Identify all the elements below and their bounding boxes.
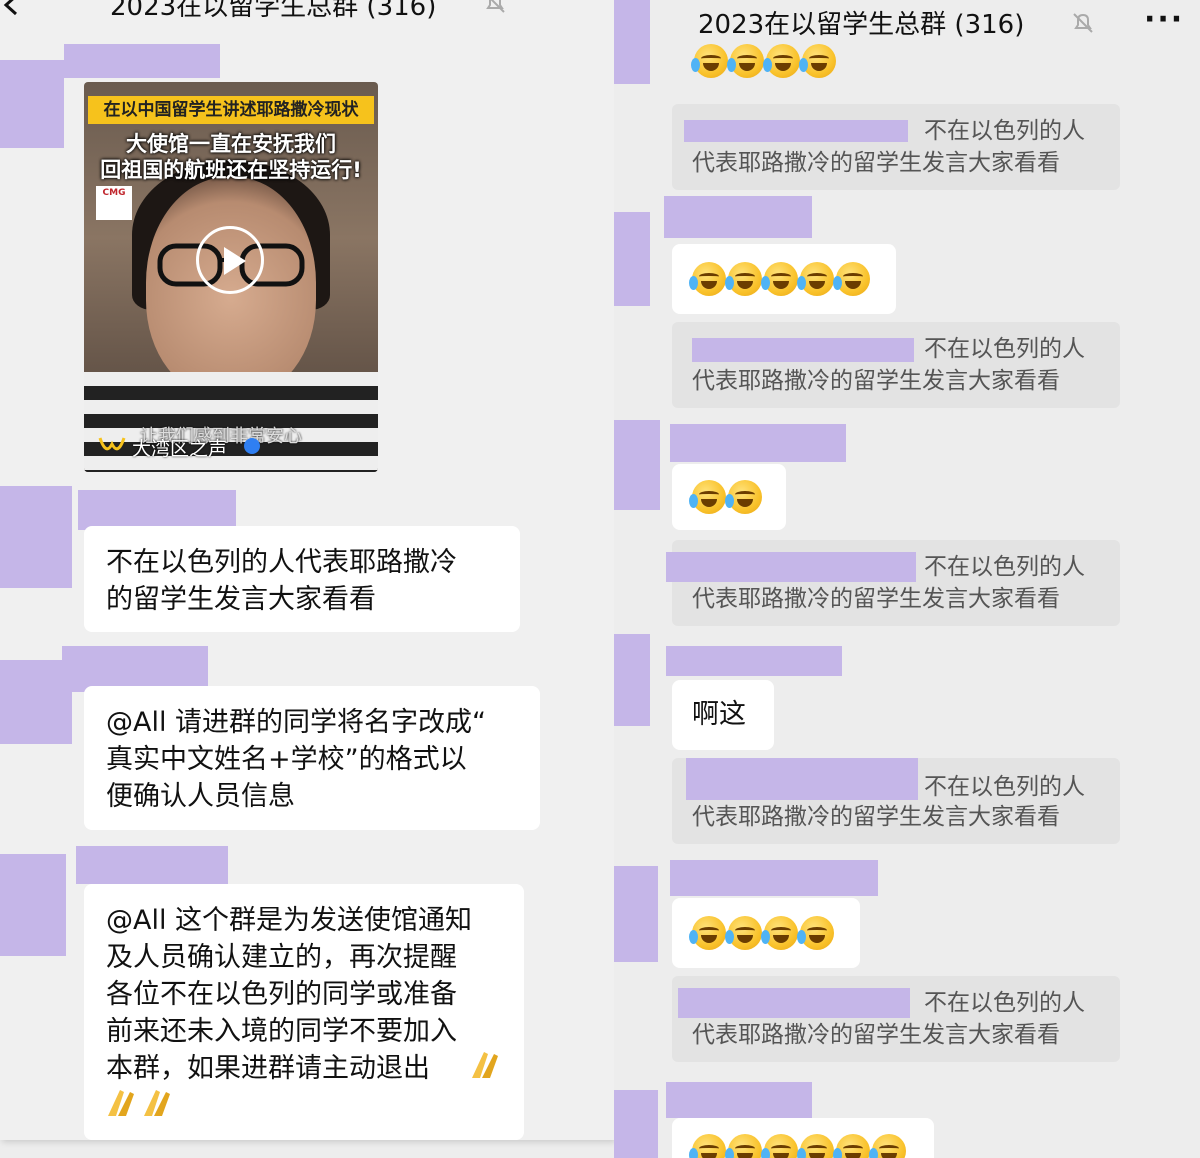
crying-laughing-emoji-icon bbox=[799, 44, 836, 78]
quote-line2: 代表耶路撒冷的留学生发言大家看看 bbox=[692, 368, 1060, 394]
message-bubble[interactable]: 啊这 bbox=[672, 680, 774, 750]
quote-line2: 代表耶路撒冷的留学生发言大家看看 bbox=[692, 586, 1060, 612]
video-banner: 在以中国留学生讲述耶路撒冷现状 bbox=[88, 96, 374, 124]
message-bubble[interactable]: @All 请进群的同学将名字改成“ 真实中文姓名+学校”的格式以 便确认人员信息 bbox=[84, 686, 540, 830]
redacted-quote-sender bbox=[692, 338, 914, 362]
message-text: @All 请进群的同学将名字改成“ 真实中文姓名+学校”的格式以 便确认人员信息 bbox=[106, 707, 487, 812]
crying-laughing-emoji-icon bbox=[689, 480, 726, 514]
emoji-row bbox=[689, 480, 762, 514]
message-bubble[interactable]: @All 这个群是为发送使馆通知 及人员确认建立的，再次提醒 各位不在以色列的同… bbox=[84, 884, 524, 1140]
message-bubble[interactable]: 不在以色列的人代表耶路撒冷 的留学生发言大家看看 bbox=[84, 526, 520, 632]
message-bubble[interactable] bbox=[672, 1118, 934, 1158]
redacted-sender-name bbox=[664, 196, 812, 238]
crying-laughing-emoji-icon bbox=[869, 1134, 906, 1158]
crying-laughing-emoji-icon bbox=[725, 262, 762, 296]
redacted-avatar bbox=[614, 0, 650, 84]
message-bubble[interactable] bbox=[672, 898, 860, 968]
redacted-quote-sender bbox=[666, 552, 916, 582]
folded-hands-emoji-icon bbox=[472, 1052, 498, 1078]
redacted-quote-sender bbox=[684, 120, 908, 142]
mute-bell-icon bbox=[486, 0, 505, 13]
crying-laughing-emoji-icon bbox=[689, 262, 726, 296]
crying-laughing-emoji-icon bbox=[833, 262, 870, 296]
crying-laughing-emoji-icon bbox=[727, 44, 764, 78]
verified-badge-icon bbox=[244, 438, 260, 454]
crying-laughing-emoji-icon bbox=[761, 1134, 798, 1158]
right-chat-title: 2023在以留学生总群 (316) bbox=[698, 10, 1025, 40]
message-bubble[interactable] bbox=[672, 464, 786, 530]
mute-bell-icon bbox=[1073, 13, 1093, 33]
redacted-quote-sender bbox=[678, 988, 910, 1018]
redacted-avatar bbox=[0, 486, 72, 588]
redacted-avatar bbox=[614, 866, 658, 962]
crying-laughing-emoji-icon bbox=[691, 44, 728, 78]
crying-laughing-emoji-icon bbox=[797, 916, 834, 950]
redacted-sender-name bbox=[78, 490, 236, 530]
redacted-sender-name bbox=[76, 846, 228, 884]
folded-hands-emoji-icon bbox=[144, 1090, 170, 1116]
redacted-quote-sender bbox=[686, 758, 918, 800]
emoji-row bbox=[689, 262, 870, 296]
quoted-message[interactable]: 不在以色列的人 代表耶路撒冷的留学生发言大家看看 bbox=[672, 758, 1120, 844]
quote-line1: 不在以色列的人 bbox=[924, 118, 1085, 144]
quote-line1: 不在以色列的人 bbox=[924, 774, 1085, 800]
crying-laughing-emoji-icon bbox=[833, 1134, 870, 1158]
crying-laughing-emoji-icon bbox=[763, 44, 800, 78]
crying-laughing-emoji-icon bbox=[797, 262, 834, 296]
quote-line1: 不在以色列的人 bbox=[924, 336, 1085, 362]
quote-line2: 代表耶路撒冷的留学生发言大家看看 bbox=[692, 1022, 1060, 1048]
message-text: 不在以色列的人代表耶路撒冷 的留学生发言大家看看 bbox=[106, 547, 457, 615]
crying-laughing-emoji-icon bbox=[761, 916, 798, 950]
more-options-icon[interactable]: ··· bbox=[1144, 2, 1184, 37]
redacted-avatar bbox=[0, 854, 66, 956]
left-chat-title: 2023在以留学生总群 (316) bbox=[110, 0, 437, 22]
right-chat-screenshot: 2023在以留学生总群 (316) ··· 不在以色列的人 代表耶路撒冷的留学生… bbox=[614, 0, 1200, 1158]
crying-laughing-emoji-icon bbox=[689, 916, 726, 950]
back-arrow-icon[interactable] bbox=[0, 0, 22, 16]
emoji-row bbox=[689, 1134, 906, 1158]
emoji-row bbox=[691, 44, 836, 78]
redacted-sender-name bbox=[670, 860, 878, 896]
message-text: @All 这个群是为发送使馆通知 及人员确认建立的，再次提醒 各位不在以色列的同… bbox=[106, 905, 473, 1084]
quote-line2: 代表耶路撒冷的留学生发言大家看看 bbox=[692, 804, 1060, 830]
quoted-message[interactable]: 不在以色列的人 代表耶路撒冷的留学生发言大家看看 bbox=[672, 976, 1120, 1062]
redacted-sender-name bbox=[64, 44, 220, 78]
redacted-avatar bbox=[614, 212, 650, 306]
quote-line1: 不在以色列的人 bbox=[924, 554, 1085, 580]
quoted-message[interactable]: 不在以色列的人 代表耶路撒冷的留学生发言大家看看 bbox=[672, 104, 1120, 190]
source-logo-icon bbox=[98, 437, 126, 451]
play-icon[interactable] bbox=[196, 226, 264, 294]
redacted-avatar bbox=[614, 634, 650, 726]
redacted-avatar bbox=[0, 60, 64, 148]
message-text: 啊这 bbox=[692, 699, 746, 730]
crying-laughing-emoji-icon bbox=[725, 1134, 762, 1158]
crying-laughing-emoji-icon bbox=[761, 262, 798, 296]
message-bubble[interactable] bbox=[672, 244, 896, 314]
crying-laughing-emoji-icon bbox=[725, 480, 762, 514]
cmg-logo: CMG bbox=[96, 186, 132, 220]
video-message-thumbnail[interactable]: 在以中国留学生讲述耶路撒冷现状 大使馆一直在安抚我们 回祖国的航班还在坚持运行!… bbox=[84, 82, 378, 472]
crying-laughing-emoji-icon bbox=[725, 916, 762, 950]
redacted-avatar bbox=[614, 1090, 658, 1158]
emoji-row bbox=[689, 916, 834, 950]
quote-line1: 不在以色列的人 bbox=[924, 990, 1085, 1016]
redacted-sender-name bbox=[666, 646, 842, 676]
video-caption-line2: 回祖国的航班还在坚持运行! bbox=[100, 158, 362, 182]
redacted-avatar bbox=[614, 420, 660, 510]
crying-laughing-emoji-icon bbox=[797, 1134, 834, 1158]
quote-line2: 代表耶路撒冷的留学生发言大家看看 bbox=[692, 150, 1060, 176]
redacted-sender-name bbox=[670, 424, 846, 462]
left-chat-screenshot: 2023在以留学生总群 (316) ··· 在以中国留学生讲述耶路撒冷现状 大使… bbox=[0, 0, 614, 1140]
quoted-message[interactable]: 不在以色列的人 代表耶路撒冷的留学生发言大家看看 bbox=[672, 322, 1120, 408]
crying-laughing-emoji-icon bbox=[689, 1134, 726, 1158]
quoted-message[interactable]: 不在以色列的人 代表耶路撒冷的留学生发言大家看看 bbox=[666, 540, 1120, 626]
video-source-label: 大湾区之声 bbox=[132, 438, 228, 460]
more-options-icon[interactable]: ··· bbox=[558, 0, 598, 13]
redacted-sender-name bbox=[666, 1082, 812, 1118]
folded-hands-emoji-icon bbox=[108, 1090, 134, 1116]
